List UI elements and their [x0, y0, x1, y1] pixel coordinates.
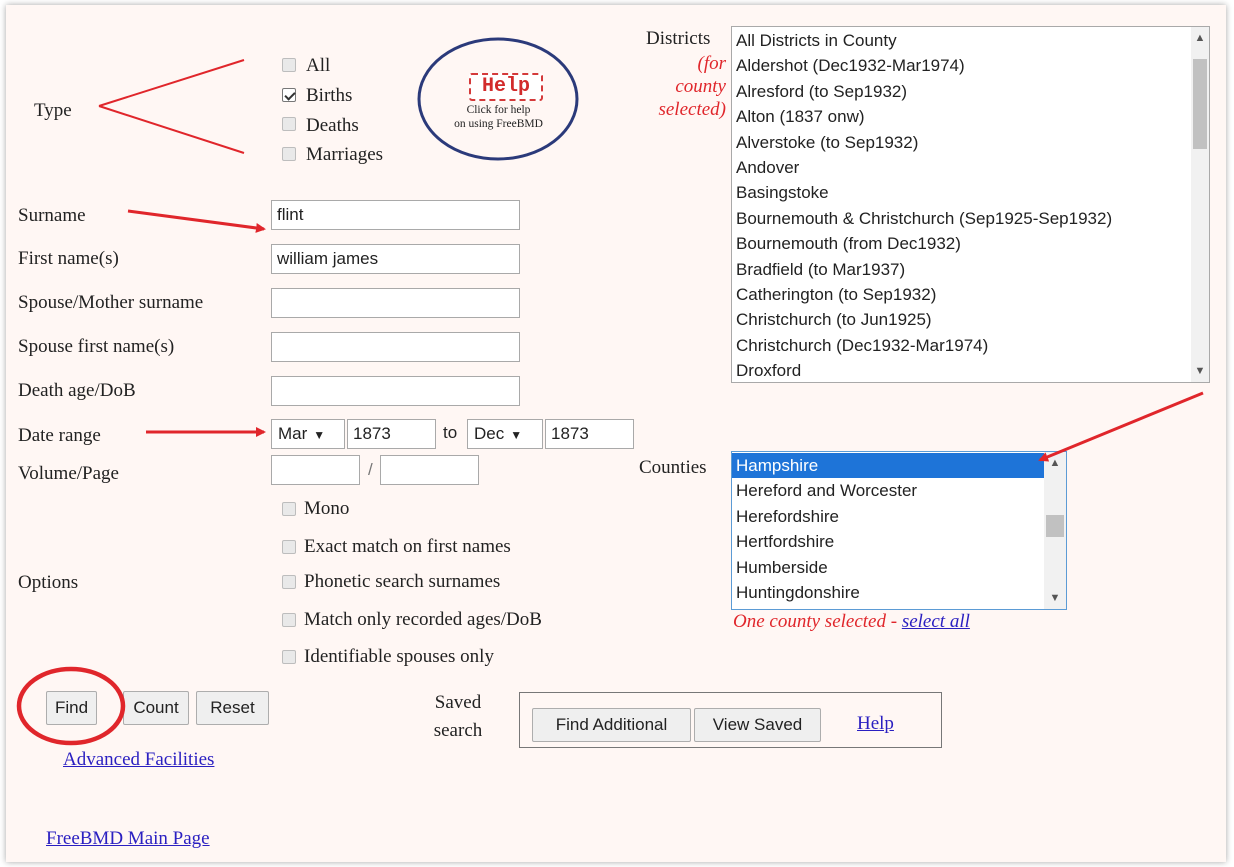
- type-bracket-lines: [98, 59, 245, 154]
- help-circle: [417, 37, 579, 161]
- search-page: Type All Births Deaths Marriages Help Cl…: [6, 5, 1226, 862]
- annotation-overlay: [16, 37, 1204, 746]
- find-circle: [16, 666, 126, 746]
- surname-arrow: [127, 209, 266, 233]
- county-arrow: [1038, 391, 1204, 462]
